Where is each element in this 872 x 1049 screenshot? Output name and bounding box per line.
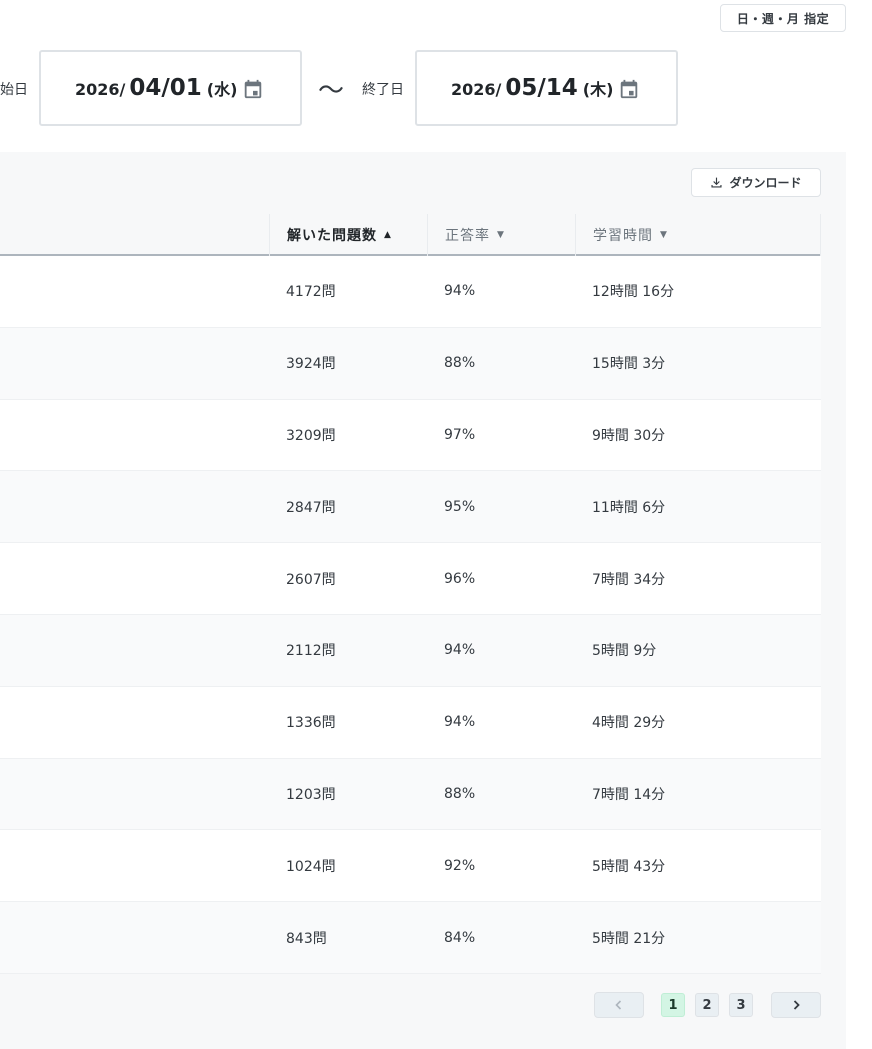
solved-count: 1203問 (286, 786, 336, 803)
study-time: 4時間 29分 (592, 715, 666, 732)
accuracy-rate: 94% (444, 283, 476, 300)
chevron-left-icon (615, 1000, 622, 1010)
accuracy-rate: 94% (444, 714, 476, 731)
table-row[interactable]: 2112問 94% 5時間 9分 (0, 614, 821, 687)
header-cell-blank (0, 214, 269, 256)
table-row[interactable]: 2847問 95% 11時間 6分 (0, 471, 821, 544)
column-label-rate: 正答率 (445, 228, 490, 244)
start-date-year: 2026/ (75, 80, 126, 99)
start-date-weekday: (水) (206, 80, 238, 99)
solved-count: 1336問 (286, 715, 336, 732)
table-row[interactable]: 3209問 97% 9時間 30分 (0, 400, 821, 472)
sort-up-icon: ▲ (384, 230, 392, 240)
table-row[interactable]: 2607問 96% 7時間 34分 (0, 543, 821, 615)
end-date-weekday: (木) (582, 80, 614, 99)
start-date-picker[interactable]: 2026/ 04/01 (水) (39, 50, 302, 126)
table-row[interactable]: 4172問 94% 12時間 16分 (0, 256, 821, 328)
solved-count: 843問 (286, 930, 327, 947)
table-row[interactable]: 1024問 92% 5時間 43分 (0, 830, 821, 903)
column-header-time[interactable]: 学習時間 ▼ (575, 214, 821, 256)
end-date-label: 終了日 (362, 82, 404, 98)
study-time: 7時間 34分 (592, 571, 666, 588)
end-date-picker[interactable]: 2026/ 05/14 (木) (415, 50, 678, 126)
download-button[interactable]: ダウンロード (691, 168, 821, 197)
end-date-year: 2026/ (451, 80, 502, 99)
study-time: 15時間 3分 (592, 356, 666, 373)
date-range-separator: 〜 (318, 76, 345, 106)
table-header: 解いた問題数 ▲ 正答率 ▼ 学習時間 ▼ (0, 214, 821, 256)
study-time: 5時間 21分 (592, 930, 666, 947)
download-icon (711, 177, 723, 188)
accuracy-rate: 84% (444, 929, 476, 946)
start-date-value: 2026/ 04/01 (水) (75, 75, 237, 101)
accuracy-rate: 97% (444, 426, 476, 443)
solved-count: 4172問 (286, 284, 336, 301)
accuracy-rate: 95% (444, 498, 476, 515)
accuracy-rate: 88% (444, 355, 476, 372)
table-row[interactable]: 1336問 94% 4時間 29分 (0, 687, 821, 759)
start-date-label: 始日 (0, 82, 28, 98)
study-time: 9時間 30分 (592, 427, 666, 444)
table-row[interactable]: 843問 84% 5時間 21分 (0, 902, 821, 974)
table-row[interactable]: 1203問 88% 7時間 14分 (0, 758, 821, 831)
pagination-next-button[interactable] (771, 992, 821, 1018)
period-select-button[interactable]: 日・週・月 指定 (720, 4, 846, 32)
study-time: 12時間 16分 (592, 284, 675, 301)
accuracy-rate: 92% (444, 857, 476, 874)
column-label-solved: 解いた問題数 (287, 228, 377, 244)
sort-down-icon: ▼ (660, 230, 668, 240)
pagination-page-1[interactable]: 1 (661, 993, 685, 1017)
study-time: 7時間 14分 (592, 786, 666, 803)
sort-down-icon: ▼ (497, 230, 505, 240)
solved-count: 3924問 (286, 356, 336, 373)
study-time: 5時間 9分 (592, 643, 657, 660)
accuracy-rate: 88% (444, 785, 476, 802)
download-label: ダウンロード (729, 176, 802, 190)
solved-count: 2112問 (286, 643, 336, 660)
calendar-icon[interactable] (242, 78, 264, 100)
stats-table: 解いた問題数 ▲ 正答率 ▼ 学習時間 ▼ 4172問 94% 12時間 16分… (0, 214, 821, 974)
solved-count: 2847問 (286, 499, 336, 516)
end-date-value: 2026/ 05/14 (木) (451, 75, 613, 101)
end-date-monthday: 05/14 (505, 75, 578, 101)
column-header-rate[interactable]: 正答率 ▼ (427, 214, 575, 256)
solved-count: 2607問 (286, 571, 336, 588)
chevron-right-icon (793, 1000, 800, 1010)
column-label-time: 学習時間 (593, 228, 653, 244)
pagination-prev-button[interactable] (594, 992, 644, 1018)
start-date-monthday: 04/01 (129, 75, 202, 101)
solved-count: 1024問 (286, 858, 336, 875)
study-time: 11時間 6分 (592, 499, 666, 516)
column-header-solved[interactable]: 解いた問題数 ▲ (269, 214, 427, 256)
calendar-icon[interactable] (618, 78, 640, 100)
accuracy-rate: 94% (444, 642, 476, 659)
study-time: 5時間 43分 (592, 858, 666, 875)
solved-count: 3209問 (286, 427, 336, 444)
table-row[interactable]: 3924問 88% 15時間 3分 (0, 327, 821, 400)
accuracy-rate: 96% (444, 570, 476, 587)
pagination-page-3[interactable]: 3 (729, 993, 753, 1017)
pagination-page-2[interactable]: 2 (695, 993, 719, 1017)
